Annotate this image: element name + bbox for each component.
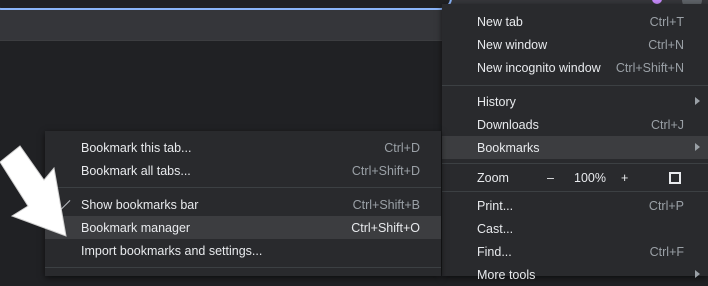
menu-item-label: Import bookmarks and settings... — [81, 243, 263, 258]
submenu-item-bookmark-all-tabs[interactable]: Bookmark all tabs... Ctrl+Shift+D — [45, 159, 441, 182]
menu-item-shortcut: Ctrl+Shift+N — [615, 60, 684, 75]
menu-item-shortcut: Ctrl+P — [648, 198, 684, 213]
menu-item-print[interactable]: Print... Ctrl+P — [442, 194, 708, 217]
menu-item-downloads[interactable]: Downloads Ctrl+J — [442, 113, 708, 136]
menu-item-label: Bookmark this tab... — [81, 140, 192, 155]
fullscreen-icon[interactable] — [669, 172, 681, 184]
menu-item-label: More tools — [477, 267, 536, 282]
menu-item-label: New tab — [477, 14, 523, 29]
menu-item-bookmarks[interactable]: Bookmarks — [442, 136, 708, 159]
menu-item-shortcut: Ctrl+Shift+D — [351, 163, 420, 178]
submenu-arrow-icon — [695, 97, 700, 105]
menu-item-label: Show bookmarks bar — [81, 197, 199, 212]
submenu-item-show-bookmarks-bar[interactable]: Show bookmarks bar Ctrl+Shift+B — [45, 193, 441, 216]
menu-item-shortcut: Ctrl+N — [648, 37, 684, 52]
menu-item-shortcut: Ctrl+D — [384, 140, 420, 155]
menu-item-shortcut: Ctrl+T — [649, 14, 684, 29]
menu-item-label: New incognito window — [477, 60, 601, 75]
menu-separator — [442, 191, 708, 192]
menu-separator — [442, 163, 708, 164]
submenu-arrow-icon — [695, 270, 700, 278]
zoom-in-button[interactable]: + — [621, 171, 628, 185]
menu-item-label: Bookmark all tabs... — [81, 163, 191, 178]
menu-item-new-tab[interactable]: New tab Ctrl+T — [442, 10, 708, 33]
submenu-item-bookmark-manager[interactable]: Bookmark manager Ctrl+Shift+O — [45, 216, 441, 239]
menu-item-shortcut: Ctrl+Shift+O — [351, 220, 420, 235]
menu-item-cast[interactable]: Cast... — [442, 217, 708, 240]
zoom-out-button[interactable]: – — [547, 171, 554, 185]
menu-separator — [442, 85, 708, 86]
submenu-arrow-icon — [695, 143, 700, 151]
menu-item-shortcut: Ctrl+F — [649, 244, 684, 259]
menu-separator — [45, 267, 441, 268]
address-bar[interactable] — [0, 0, 452, 10]
menu-item-shortcut: Ctrl+J — [651, 117, 684, 132]
menu-item-label: New window — [477, 37, 548, 52]
menu-separator — [45, 187, 441, 188]
menu-item-history[interactable]: History — [442, 90, 708, 113]
submenu-item-import-bookmarks[interactable]: Import bookmarks and settings... — [45, 239, 441, 262]
menu-item-find[interactable]: Find... Ctrl+F — [442, 240, 708, 263]
pointer-arrow-icon — [0, 145, 67, 237]
menu-item-new-incognito-window[interactable]: New incognito window Ctrl+Shift+N — [442, 56, 708, 79]
menu-item-label: Find... — [477, 244, 512, 259]
menu-item-more-tools[interactable]: More tools — [442, 263, 708, 286]
menu-item-label: Bookmark manager — [81, 220, 191, 235]
menu-item-label: Downloads — [477, 117, 539, 132]
zoom-level: 100% — [574, 170, 606, 185]
menu-item-new-window[interactable]: New window Ctrl+N — [442, 33, 708, 56]
chrome-main-menu: New tab Ctrl+T New window Ctrl+N New inc… — [442, 4, 708, 282]
menu-item-label: Cast... — [477, 221, 514, 236]
menu-item-label: Print... — [477, 198, 514, 213]
menu-item-shortcut: Ctrl+Shift+B — [352, 197, 420, 212]
menu-item-zoom: Zoom – 100% + — [442, 166, 708, 189]
bookmarks-submenu: Bookmark this tab... Ctrl+D Bookmark all… — [45, 131, 441, 276]
menu-item-label: History — [477, 94, 516, 109]
zoom-label: Zoom — [477, 170, 509, 185]
submenu-item-bookmark-this-tab[interactable]: Bookmark this tab... Ctrl+D — [45, 136, 441, 159]
menu-item-label: Bookmarks — [477, 140, 540, 155]
